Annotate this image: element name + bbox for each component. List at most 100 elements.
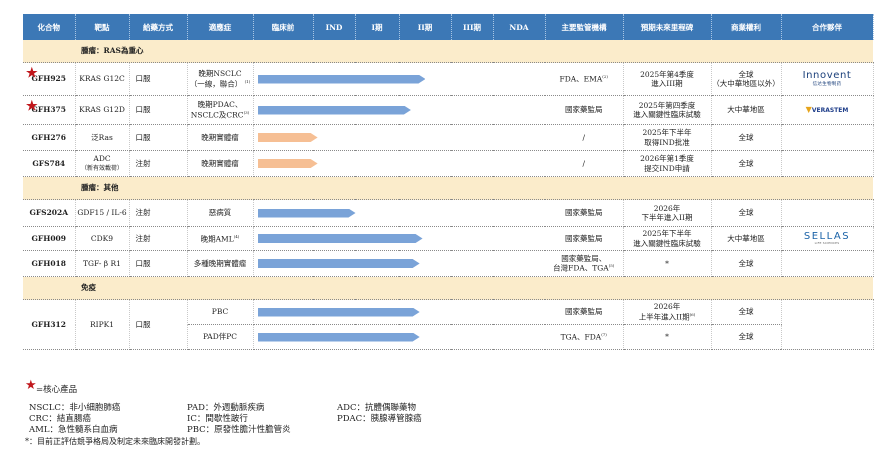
progress-bar xyxy=(258,234,423,243)
progress-cell xyxy=(253,324,545,350)
progress-cell xyxy=(253,124,545,151)
indication-cell: 多種晚期實體瘤 xyxy=(187,250,254,277)
progress-cell xyxy=(253,150,545,177)
milestone-cell: 2025年下半年 取得IND批准 xyxy=(623,124,712,151)
regulator-cell: TGA、FDA(7) xyxy=(545,324,624,350)
regulator-cell: FDA、EMA(2) xyxy=(545,62,624,96)
target-cell: RIPK1 xyxy=(75,299,130,350)
rights-cell: 全球 xyxy=(711,124,782,151)
milestone-cell: 2026年 下半年進入II期 xyxy=(623,199,712,227)
legend-pad: PAD：外週動脈疾病 xyxy=(187,403,265,413)
table-row: GFS202A GDF15 / IL-6 注射 惡病質 國家藥監局 2026年下… xyxy=(23,199,874,227)
section-row-ras: 腫瘤：RAS為重心 xyxy=(23,40,873,63)
compound-cell: GFH018 xyxy=(23,250,76,277)
progress-bar xyxy=(258,209,356,218)
core-product-star-icon: ★ xyxy=(26,66,38,81)
regulator-cell: 國家藥監局 xyxy=(545,199,624,227)
regulator-cell: 國家藥監局 xyxy=(545,226,624,251)
indication-cell: 晚期PDAC、 NSCLC及CRC(3) xyxy=(187,95,254,125)
legend-core-product: =核心產品 xyxy=(36,385,78,395)
table-row: GFH018 TGF- β R1 口服 多種晚期實體瘤 國家藥監局、 台灣FDA、… xyxy=(23,250,874,277)
partner-cell: ▼VERASTEM xyxy=(781,95,874,125)
indication-cell: 晚期實體瘤 xyxy=(187,124,254,151)
header-indication: 適應症 xyxy=(187,14,254,40)
progress-cell xyxy=(253,62,545,96)
header-compound: 化合物 xyxy=(23,14,76,40)
rights-cell: 全球 xyxy=(711,299,782,325)
header-phase1: I期 xyxy=(355,14,400,40)
regulator-cell: 國家藥監局、 台灣FDA、TGA(5) xyxy=(545,250,624,277)
route-cell: 口服 xyxy=(129,299,188,350)
indication-cell: PAD伴PC xyxy=(187,324,254,350)
table-row: ★ GFH925 KRAS G12C 口服 晚期NSCLC （一線，聯合） (1) … xyxy=(23,62,874,96)
progress-bar xyxy=(258,75,426,84)
rights-cell: 全球 （大中華地區以外） xyxy=(711,62,782,96)
progress-cell xyxy=(253,226,545,251)
partner-cell: Innovent 信达生物制药 xyxy=(781,62,874,96)
regulator-cell: / xyxy=(545,150,624,177)
target-cell: 泛Ras xyxy=(75,124,130,151)
legend-nsclc: NSCLC：非小細胞肺癌 xyxy=(29,403,121,413)
header-rights: 商業權利 xyxy=(711,14,782,40)
compound-cell: ★ GFH375 xyxy=(23,95,76,125)
progress-bar xyxy=(258,308,420,317)
rights-cell: 大中華地區 xyxy=(711,226,782,251)
table-row: GFS784 ADC （新有效載荷） 注射 晚期實體瘤 / 2026年第1季度 提交… xyxy=(23,150,874,177)
target-cell: KRAS G12D xyxy=(75,95,130,125)
header-phase3: III期 xyxy=(451,14,494,40)
progress-cell xyxy=(253,95,545,125)
route-cell: 注射 xyxy=(129,150,188,177)
target-cell: TGF- β R1 xyxy=(75,250,130,277)
rights-cell: 全球 xyxy=(711,324,782,350)
progress-bar xyxy=(258,159,318,168)
route-cell: 口服 xyxy=(129,62,188,96)
innovent-logo: Innovent 信达生物制药 xyxy=(802,69,852,88)
table-row: GFH276 泛Ras 口服 晚期實體瘤 / 2025年下半年 取得IND批准 全… xyxy=(23,124,874,151)
progress-cell xyxy=(253,299,545,325)
header-phase2: II期 xyxy=(399,14,452,40)
progress-cell xyxy=(253,250,545,277)
core-product-star-icon: ★ xyxy=(26,99,38,114)
pipeline-table-container: 化合物 靶點 給藥方式 適應症 臨床前 IND I期 II期 III期 NDA … xyxy=(23,14,874,350)
rights-cell: 全球 xyxy=(711,250,782,277)
section-label: 腫瘤：RAS為重心 xyxy=(23,40,873,63)
indication-cell: PBC xyxy=(187,299,254,325)
milestone-cell: 2026年 上半年進入II期(6) xyxy=(623,299,712,325)
header-regulator: 主要監管機構 xyxy=(545,14,624,40)
section-row-other: 腫瘤：其他 xyxy=(23,176,873,200)
legend-ic: IC：間歇性跛行 xyxy=(187,414,248,424)
pipeline-table: 化合物 靶點 給藥方式 適應症 臨床前 IND I期 II期 III期 NDA … xyxy=(23,14,874,350)
partner-cell xyxy=(781,150,874,177)
compound-cell: ★ GFH925 xyxy=(23,62,76,96)
route-cell: 口服 xyxy=(129,124,188,151)
progress-bar xyxy=(258,133,318,142)
sellas-logo: SELLAS LIFE SCIENCES xyxy=(803,231,851,245)
section-row-immunology: 免疫 xyxy=(23,276,873,300)
milestone-cell: * xyxy=(623,250,712,277)
header-target: 靶點 xyxy=(75,14,130,40)
legend-aml: AML：急性髓系白血病 xyxy=(29,425,118,435)
compound-cell: GFS784 xyxy=(23,150,76,177)
rights-cell: 大中華地區 xyxy=(711,95,782,125)
legend-adc: ADC：抗體偶聯藥物 xyxy=(337,403,416,413)
partner-cell xyxy=(781,124,874,151)
table-row: ★ GFH375 KRAS G12D 口服 晚期PDAC、 NSCLC及CRC(3)… xyxy=(23,95,874,125)
indication-cell: 晚期實體瘤 xyxy=(187,150,254,177)
table-row: GFH009 CDK9 注射 晚期AML(4) 國家藥監局 2025年下半年 進入… xyxy=(23,226,874,251)
route-cell: 注射 xyxy=(129,199,188,227)
header-preclinical: 臨床前 xyxy=(253,14,314,40)
progress-bar xyxy=(258,259,420,268)
legend-crc: CRC：結直腸癌 xyxy=(29,414,91,424)
rights-cell: 全球 xyxy=(711,199,782,227)
section-label: 免疫 xyxy=(23,276,873,300)
compound-cell: GFH009 xyxy=(23,226,76,251)
compound-cell: GFS202A xyxy=(23,199,76,227)
milestone-cell: 2025年下半年 進入關鍵性臨床試驗 xyxy=(623,226,712,251)
indication-cell: 晚期AML(4) xyxy=(187,226,254,251)
partner-cell xyxy=(781,299,874,350)
target-cell: GDF15 / IL-6 xyxy=(75,199,130,227)
indication-cell: 晚期NSCLC （一線，聯合） (1) xyxy=(187,62,254,96)
partner-cell: SELLAS LIFE SCIENCES xyxy=(781,226,874,251)
milestone-cell: * xyxy=(623,324,712,350)
route-cell: 口服 xyxy=(129,95,188,125)
